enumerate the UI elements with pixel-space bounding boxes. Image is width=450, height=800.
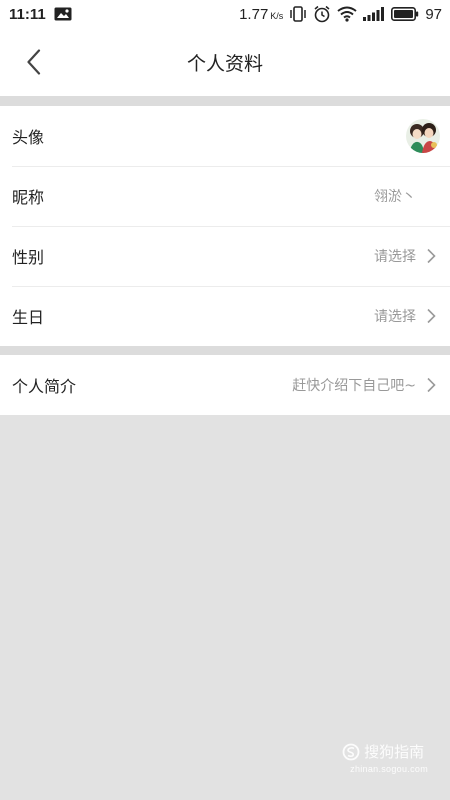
watermark: 搜狗指南 zhinan.sogou.com [342, 741, 428, 774]
bio-label: 个人简介 [12, 377, 77, 396]
back-button[interactable] [14, 42, 54, 82]
page-title: 个人资料 [186, 52, 263, 75]
section-divider [0, 96, 450, 106]
signal-icon [363, 7, 385, 21]
battery-icon [391, 7, 419, 21]
gender-row[interactable]: 性别 请选择 [0, 226, 450, 286]
bio-row[interactable]: 个人简介 赶快介绍下自己吧~ [0, 355, 450, 415]
birthday-row[interactable]: 生日 请选择 [0, 286, 450, 346]
watermark-url: zhinan.sogou.com [350, 764, 428, 774]
vibrate-icon [289, 6, 307, 22]
speed-unit: K/s [270, 10, 284, 21]
speed-value: 1.77 [239, 5, 269, 23]
status-time: 11:11 [9, 5, 46, 23]
birthday-label: 生日 [12, 308, 45, 327]
image-notification-icon [54, 7, 72, 21]
avatar[interactable] [406, 119, 440, 153]
chevron-right-icon [426, 248, 436, 264]
profile-basic-section: 头像 昵称 翎淤丶 性别 请选择 生日 请选择 [0, 106, 450, 346]
chevron-left-icon [26, 49, 42, 75]
gender-label: 性别 [12, 248, 45, 267]
section-divider [0, 346, 450, 355]
status-bar: 11:11 1.77 K/s 97 [0, 0, 450, 28]
gender-value-container: 请选择 [374, 246, 450, 266]
chevron-right-icon [426, 308, 436, 324]
sogou-logo-icon [342, 743, 360, 761]
nickname-label: 昵称 [12, 188, 45, 207]
header-bar: 个人资料 [0, 28, 450, 96]
network-speed: 1.77 K/s [239, 6, 283, 23]
bio-value-container: 赶快介绍下自己吧~ [292, 375, 450, 395]
watermark-main: 搜狗指南 [342, 741, 428, 762]
bio-value: 赶快介绍下自己吧~ [292, 378, 416, 394]
watermark-title: 搜狗指南 [364, 743, 425, 761]
avatar-container [406, 119, 450, 153]
profile-bio-section: 个人简介 赶快介绍下自己吧~ [0, 355, 450, 415]
nickname-value: 翎淤丶 [374, 189, 416, 205]
avatar-row[interactable]: 头像 [0, 106, 450, 166]
gender-value: 请选择 [374, 249, 416, 265]
battery-level: 97 [425, 5, 442, 23]
birthday-value-container: 请选择 [374, 306, 450, 326]
nickname-value-container: 翎淤丶 [374, 186, 450, 206]
chevron-right-icon [426, 377, 436, 393]
alarm-icon [313, 5, 331, 23]
wifi-icon [337, 6, 357, 22]
birthday-value: 请选择 [374, 309, 416, 325]
avatar-label: 头像 [12, 128, 45, 147]
nickname-row[interactable]: 昵称 翎淤丶 [0, 166, 450, 226]
